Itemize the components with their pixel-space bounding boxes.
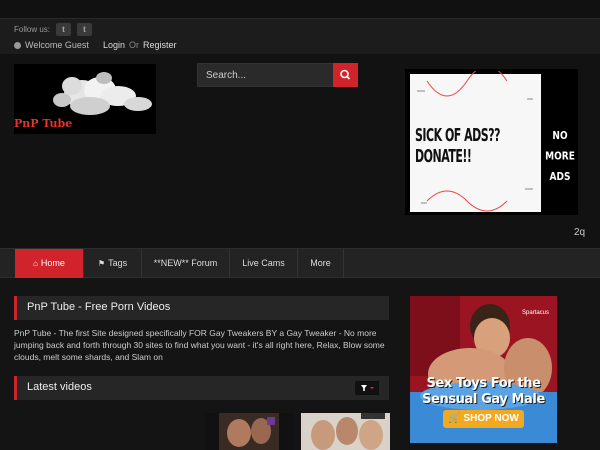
filter-dropdown[interactable] bbox=[355, 381, 379, 395]
nav-more-label: More bbox=[310, 258, 331, 268]
nav-tags-label: Tags bbox=[108, 258, 128, 268]
nav-tags[interactable]: ⚑ Tags bbox=[84, 249, 142, 278]
home-icon: ⌂ bbox=[33, 259, 38, 268]
tumblr-icon[interactable]: t bbox=[77, 23, 92, 36]
login-link[interactable]: Login bbox=[103, 40, 125, 50]
user-icon bbox=[14, 42, 21, 49]
smoke-logo-graphic bbox=[53, 72, 152, 115]
video-thumbnail-image bbox=[301, 413, 390, 450]
logo-text: PnP Tube bbox=[14, 117, 73, 130]
page-title-box: PnP Tube - Free Porn Videos bbox=[14, 296, 389, 320]
ad-donate-headline: SICK OF ADS?? DONATE!! bbox=[415, 125, 500, 167]
register-link[interactable]: Register bbox=[143, 40, 177, 50]
page-title: PnP Tube - Free Porn Videos bbox=[27, 301, 171, 313]
latest-videos-header: Latest videos bbox=[14, 376, 389, 400]
follow-label: Follow us: bbox=[14, 25, 51, 34]
site-header: PnP Tube SICK OF ADS?? DONATE!! NO MORE … bbox=[0, 54, 600, 248]
search-button[interactable] bbox=[333, 63, 358, 87]
header-tag: 2q bbox=[574, 227, 586, 238]
top-bar: Follow us: t t Welcome Guest Login Or Regi… bbox=[0, 18, 600, 54]
ad-side-line1: NO MORE bbox=[545, 130, 575, 163]
nav-live-cams[interactable]: Live Cams bbox=[230, 249, 298, 278]
filter-icon bbox=[361, 385, 374, 391]
nav-more[interactable]: More bbox=[298, 249, 344, 278]
site-description: PnP Tube - The first Site designed speci… bbox=[14, 328, 385, 362]
nav-forum[interactable]: **NEW** Forum bbox=[142, 249, 230, 278]
site-logo[interactable]: PnP Tube bbox=[14, 64, 156, 134]
ad-side-line2: ADS bbox=[549, 171, 571, 184]
welcome-text: Welcome Guest bbox=[14, 40, 89, 50]
nav-live-cams-label: Live Cams bbox=[242, 258, 285, 268]
video-thumbnail[interactable] bbox=[301, 413, 390, 450]
video-thumbnail[interactable] bbox=[205, 413, 294, 450]
auth-links: Login Or Register bbox=[103, 40, 177, 50]
video-thumbnail-image bbox=[205, 413, 294, 450]
nav-home[interactable]: ⌂ Home bbox=[15, 249, 84, 278]
sidebar-ad-brand: Spartacus bbox=[521, 310, 549, 316]
search-icon bbox=[340, 69, 351, 80]
shop-now-button[interactable]: 🛒 SHOP NOW bbox=[443, 410, 524, 428]
donate-ad-banner[interactable]: SICK OF ADS?? DONATE!! NO MORE ADS bbox=[405, 69, 578, 215]
nav-home-label: Home bbox=[40, 258, 65, 268]
sidebar-ad-line2: Sensual Gay Male bbox=[422, 392, 545, 407]
sidebar-ad-line1: Sex Toys For the bbox=[426, 376, 541, 391]
cart-icon: 🛒 bbox=[448, 413, 461, 424]
or-label: Or bbox=[129, 40, 140, 50]
twitter-icon[interactable]: t bbox=[56, 23, 71, 36]
sidebar-ad[interactable]: Spartacus Sex Toys For the Sensual Gay M… bbox=[410, 296, 557, 443]
welcome-label: Welcome Guest bbox=[25, 40, 89, 50]
ad-no-more-ads: NO MORE ADS bbox=[543, 127, 577, 188]
main-nav: ⌂ Home ⚑ Tags **NEW** Forum Live Cams More bbox=[0, 248, 600, 278]
tag-icon: ⚑ bbox=[97, 259, 106, 268]
latest-videos-title: Latest videos bbox=[27, 381, 92, 393]
nav-forum-label: **NEW** Forum bbox=[153, 258, 218, 268]
search-input[interactable] bbox=[197, 63, 334, 87]
search-form bbox=[197, 63, 361, 87]
shop-now-label: SHOP NOW bbox=[463, 413, 519, 424]
